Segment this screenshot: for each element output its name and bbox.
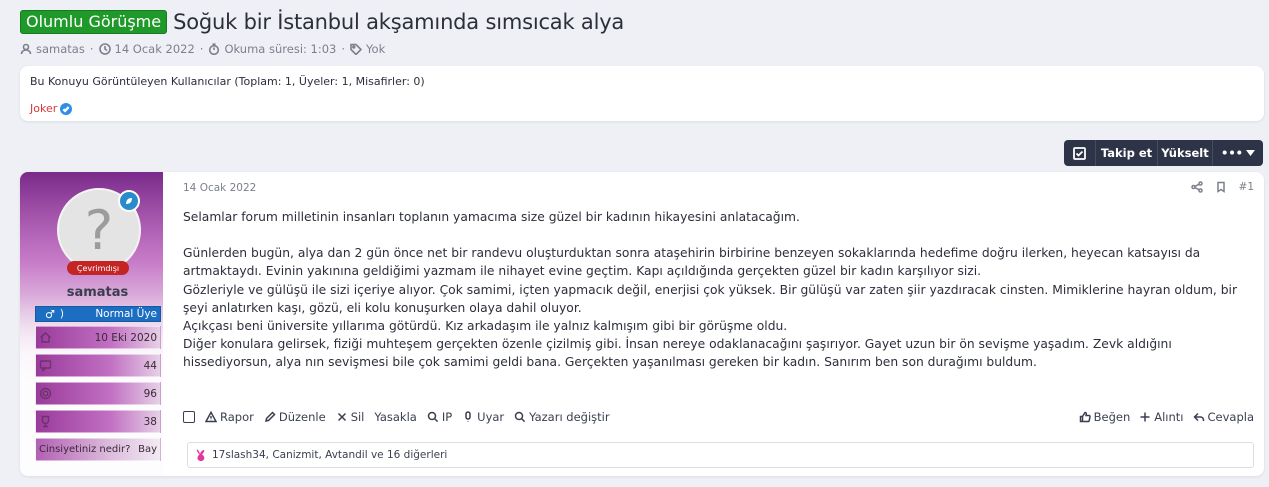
meta-separator: ·	[341, 42, 346, 56]
stat-joined: 10 Eki 2020	[35, 326, 161, 349]
bookmark-icon[interactable]	[1215, 181, 1227, 193]
viewer-user: Joker	[30, 102, 1254, 115]
checkbox-icon	[1073, 146, 1086, 160]
post-paragraph: Gözleriyle ve gülüşü ile sizi içeriye al…	[183, 282, 1241, 315]
leaf-icon	[126, 198, 132, 204]
quote-label: Alıntı	[1154, 410, 1184, 424]
stat-orientation-value: Bay	[138, 444, 157, 455]
message-icon	[39, 360, 52, 372]
change-author-button[interactable]: Yazarı değiştir	[514, 410, 610, 424]
meta-date[interactable]: 14 Ocak 2022	[115, 42, 195, 56]
share-icon[interactable]	[1190, 181, 1203, 193]
more-options-button[interactable]: •••	[1213, 140, 1263, 166]
select-post-checkbox[interactable]	[183, 411, 195, 423]
reactions-bar[interactable]: 17slash34, Canizmit, Avtandil ve 16 diğe…	[187, 442, 1254, 468]
chevron-down-icon	[1246, 150, 1256, 156]
post-message: ? Çevrimdışı samatas ♂ ) Normal Üye 10 E…	[20, 172, 1264, 476]
bunny-reaction-icon	[196, 449, 205, 461]
like-label: Beğen	[1093, 410, 1131, 424]
thread-header: Olumlu Görüşme Soğuk bir İstanbul akşamı…	[20, 10, 624, 34]
stat-points: 38	[35, 410, 161, 433]
post-paragraph: Açıkçası beni üniversite yıllarıma götür…	[183, 319, 788, 334]
post-paragraph: Günlerden bugün, alya dan 2 gün önce net…	[183, 246, 1205, 279]
warn-label: Uyar	[477, 410, 505, 424]
ban-label: Yasakla	[374, 410, 417, 424]
like-button[interactable]: Beğen	[1079, 410, 1131, 424]
post-body: 14 Ocak 2022 #1 Selamlar forum milletini…	[183, 172, 1264, 476]
home-icon	[40, 332, 51, 343]
post-actions-right: Beğen Alıntı Cevapla	[1079, 410, 1254, 424]
report-label: Rapor	[220, 410, 254, 424]
post-tools: #1	[1190, 181, 1254, 193]
select-thread-button[interactable]	[1064, 140, 1096, 166]
thread-title: Soğuk bir İstanbul akşamında sımsıcak al…	[173, 10, 625, 34]
user-icon	[20, 43, 32, 55]
viewer-username[interactable]: Joker	[30, 102, 57, 115]
search-icon	[427, 411, 438, 423]
stat-messages-value: 44	[143, 359, 157, 372]
thread-meta: samatas · 14 Ocak 2022 · Okuma süresi: 1…	[20, 42, 385, 56]
stat-messages: 44	[35, 354, 161, 377]
more-options-label: •••	[1220, 146, 1244, 160]
ip-button[interactable]: IP	[427, 410, 452, 424]
delete-button[interactable]: Sil	[336, 410, 365, 424]
warn-button[interactable]: Uyar	[462, 410, 504, 424]
post-author-username[interactable]: samatas	[20, 285, 175, 300]
user-badge	[118, 190, 140, 212]
stat-orientation-label: Cinsiyetiniz nedir?	[39, 444, 131, 455]
search-icon	[514, 411, 526, 423]
plus-icon	[1140, 412, 1150, 422]
meta-reading-time: Okuma süresi: 1:03	[224, 42, 337, 56]
meta-separator: ·	[89, 42, 94, 56]
rank-separator: )	[59, 308, 64, 320]
reactions-text: 17slash34, Canizmit, Avtandil ve 16 diğe…	[212, 449, 448, 461]
stat-points-value: 38	[143, 415, 157, 428]
edit-button[interactable]: Düzenle	[264, 410, 326, 424]
post-actions-left: Rapor Düzenle Sil Yasakla IP Uyar Yazarı…	[183, 410, 610, 424]
user-rank: Normal Üye	[95, 308, 157, 320]
quote-button[interactable]: Alıntı	[1139, 410, 1184, 424]
meta-separator: ·	[199, 42, 204, 56]
target-icon	[39, 387, 52, 400]
thread-toolbar: Takip et Yükselt •••	[1064, 140, 1263, 166]
ban-button[interactable]: Yasakla	[374, 410, 416, 424]
post-number[interactable]: #1	[1239, 181, 1254, 193]
post-text: Selamlar forum milletinin insanları topl…	[183, 208, 1248, 372]
report-button[interactable]: Rapor	[205, 410, 254, 424]
boost-button[interactable]: Yükselt	[1158, 140, 1213, 166]
reply-label: Cevapla	[1207, 410, 1255, 424]
meta-author[interactable]: samatas	[36, 42, 85, 56]
meta-tags: Yok	[366, 42, 386, 56]
clock-icon	[98, 43, 111, 55]
thread-prefix-badge[interactable]: Olumlu Görüşme	[20, 10, 168, 34]
edit-label: Düzenle	[278, 410, 326, 424]
close-icon	[337, 412, 346, 422]
post-paragraph: Diğer konulara gelirsek, fiziği muhteşem…	[183, 337, 1176, 370]
ip-label: IP	[441, 410, 453, 424]
tag-icon	[350, 43, 363, 55]
stat-joined-value: 10 Eki 2020	[94, 331, 157, 344]
post-paragraph: Selamlar forum milletinin insanları topl…	[183, 210, 800, 224]
warning-icon	[205, 411, 217, 423]
change-author-label: Yazarı değiştir	[529, 410, 610, 424]
stopwatch-icon	[209, 43, 220, 55]
post-date[interactable]: 14 Ocak 2022	[183, 182, 256, 194]
viewers-box: Bu Konuyu Görüntüleyen Kullanıcılar (Top…	[20, 66, 1264, 121]
viewers-title: Bu Konuyu Görüntüleyen Kullanıcılar (Top…	[30, 75, 425, 88]
online-status-badge: Çevrimdışı	[67, 261, 129, 275]
delete-label: Sil	[350, 410, 365, 424]
pencil-icon	[264, 411, 276, 423]
reply-button[interactable]: Cevapla	[1192, 410, 1255, 424]
follow-button[interactable]: Takip et	[1096, 140, 1158, 166]
stat-orientation: Cinsiyetiniz nedir? Bay	[35, 438, 161, 461]
stat-reactions: 96	[35, 382, 161, 405]
trophy-icon	[41, 415, 50, 428]
gender-icon: ♂	[45, 307, 55, 321]
exclamation-icon	[465, 411, 471, 422]
thumbs-up-icon	[1079, 411, 1091, 423]
reply-icon	[1192, 412, 1204, 422]
verified-icon	[60, 102, 73, 115]
stat-reactions-value: 96	[143, 387, 157, 400]
user-rank-bar: ♂ ) Normal Üye	[35, 306, 161, 322]
